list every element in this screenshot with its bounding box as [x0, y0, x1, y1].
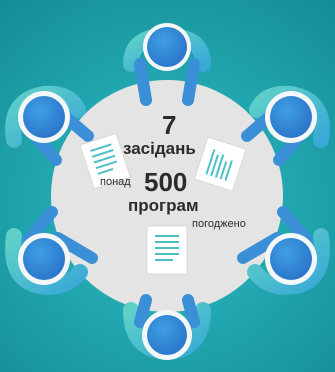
meeting-infographic: 7 засідань понад 500 програм погоджено — [0, 0, 335, 372]
programs-label: програм — [128, 196, 199, 215]
programs-prefix: понад — [100, 176, 131, 188]
meetings-label: засідань — [123, 139, 196, 158]
programs-suffix: погоджено — [192, 218, 246, 230]
programs-count: 500 — [144, 167, 188, 197]
document-icon — [146, 225, 188, 275]
meetings-count: 7 — [162, 110, 177, 140]
